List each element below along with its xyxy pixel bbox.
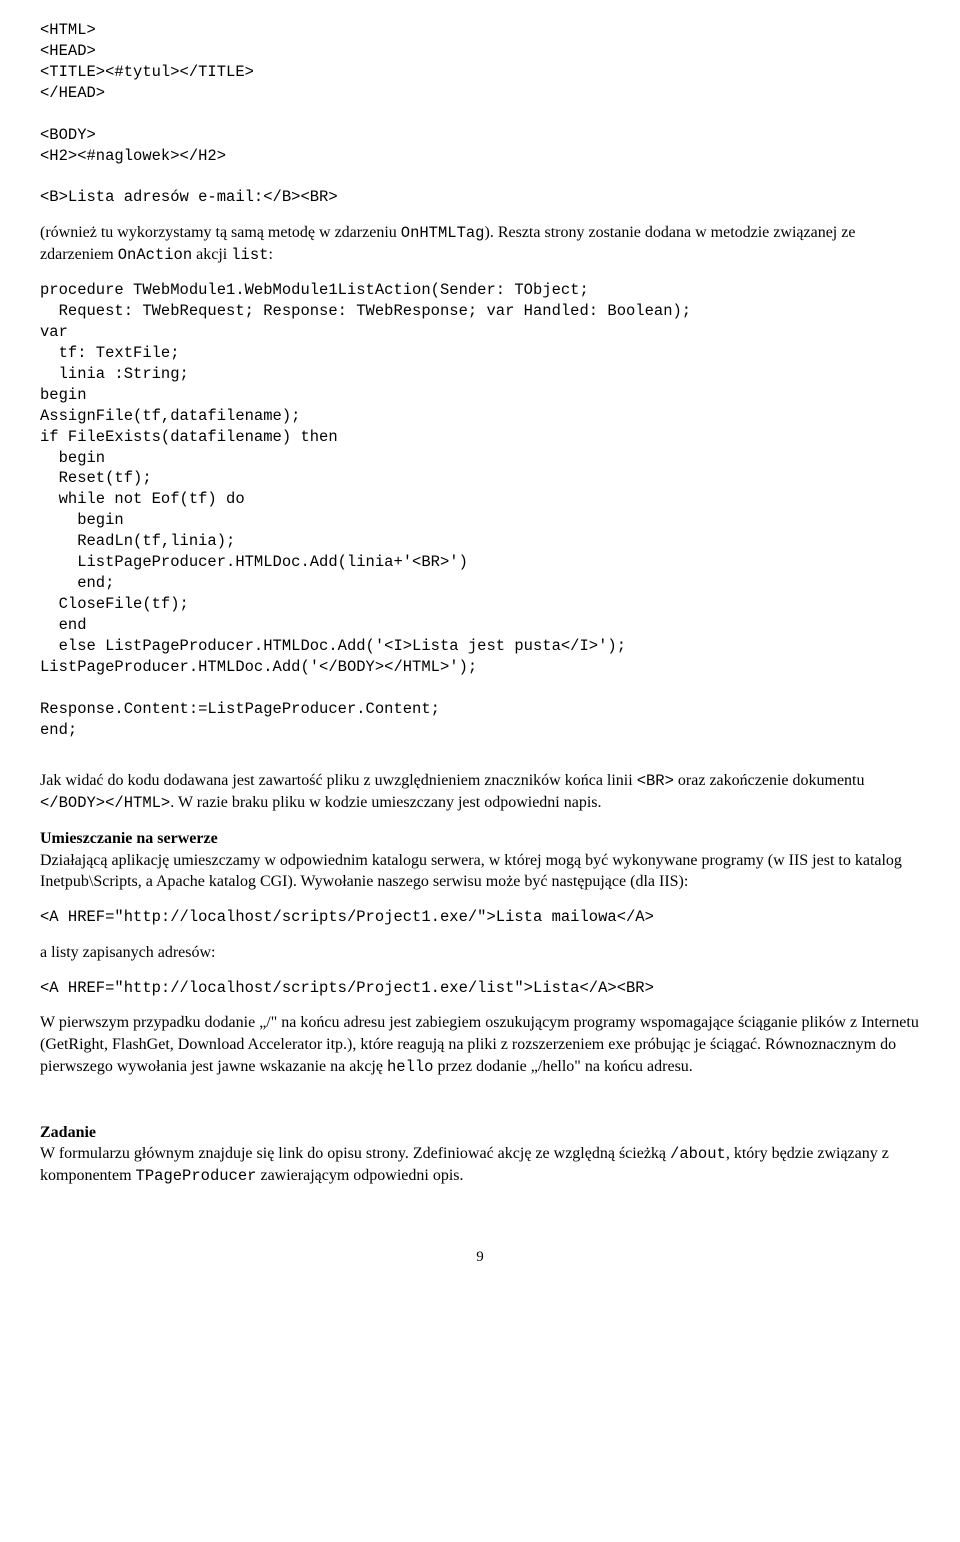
- text: Działającą aplikację umieszczamy w odpow…: [40, 852, 902, 891]
- text: przez dodanie „/hello" na końcu adresu.: [433, 1058, 692, 1075]
- inline-code: OnHTMLTag: [401, 224, 485, 242]
- inline-code: hello: [387, 1058, 434, 1076]
- paragraph-server: Umieszczanie na serwerze Działającą apli…: [40, 828, 920, 893]
- document-page: <HTML> <HEAD> <TITLE><#tytul></TITLE> </…: [0, 0, 960, 1307]
- text: zawierającym odpowiedni opis.: [256, 1167, 463, 1184]
- page-number: 9: [40, 1247, 920, 1267]
- text: akcji: [192, 246, 231, 263]
- heading-task: Zadanie: [40, 1124, 96, 1141]
- paragraph-task: Zadanie W formularzu głównym znajduje si…: [40, 1122, 920, 1187]
- code-block-4: <A HREF="http://localhost/scripts/Projec…: [40, 978, 920, 999]
- paragraph-explain-1: Jak widać do kodu dodawana jest zawartoś…: [40, 770, 920, 814]
- inline-code: </BODY></HTML>: [40, 794, 170, 812]
- heading-server: Umieszczanie na serwerze: [40, 830, 218, 847]
- code-block-1: <HTML> <HEAD> <TITLE><#tytul></TITLE> </…: [40, 20, 920, 208]
- text: Jak widać do kodu dodawana jest zawartoś…: [40, 772, 637, 789]
- text: (również tu wykorzystamy tą samą metodę …: [40, 224, 401, 241]
- inline-code: list: [231, 246, 268, 264]
- text: . W razie braku pliku w kodzie umieszcza…: [170, 794, 601, 811]
- inline-code: <BR>: [637, 772, 674, 790]
- paragraph-explain-2: W pierwszym przypadku dodanie „/" na koń…: [40, 1012, 920, 1077]
- code-block-3: <A HREF="http://localhost/scripts/Projec…: [40, 907, 920, 928]
- inline-code: TPageProducer: [136, 1167, 257, 1185]
- paragraph-list-note: a listy zapisanych adresów:: [40, 942, 920, 964]
- text: W formularzu głównym znajduje się link d…: [40, 1145, 670, 1162]
- code-block-2: procedure TWebModule1.WebModule1ListActi…: [40, 280, 920, 740]
- text: oraz zakończenie dokumentu: [674, 772, 865, 789]
- inline-code: /about: [670, 1145, 726, 1163]
- inline-code: OnAction: [118, 246, 192, 264]
- text: :: [268, 246, 272, 263]
- paragraph-intro: (również tu wykorzystamy tą samą metodę …: [40, 222, 920, 266]
